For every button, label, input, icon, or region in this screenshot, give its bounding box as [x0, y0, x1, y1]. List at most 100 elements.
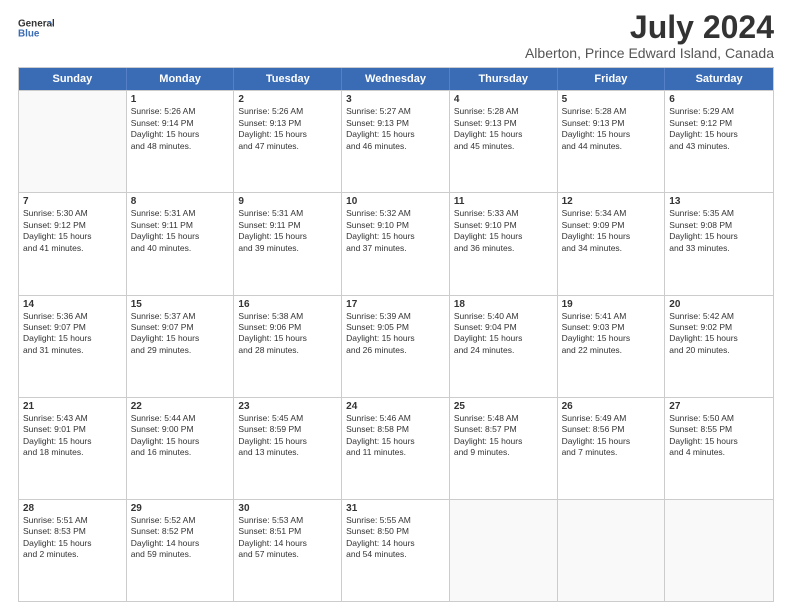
- cell-line: Daylight: 15 hours: [346, 333, 445, 344]
- cell-line: Sunset: 9:05 PM: [346, 322, 445, 333]
- cell-line: and 37 minutes.: [346, 243, 445, 254]
- cell-line: Daylight: 15 hours: [238, 129, 337, 140]
- calendar-cell-15: 15Sunrise: 5:37 AMSunset: 9:07 PMDayligh…: [127, 296, 235, 397]
- cell-line: Sunset: 9:13 PM: [454, 118, 553, 129]
- cell-line: Sunset: 9:10 PM: [346, 220, 445, 231]
- cell-line: Daylight: 15 hours: [669, 231, 769, 242]
- day-number: 8: [131, 196, 230, 207]
- day-number: 28: [23, 503, 122, 514]
- calendar-cell-31: 31Sunrise: 5:55 AMSunset: 8:50 PMDayligh…: [342, 500, 450, 601]
- cell-line: Daylight: 14 hours: [238, 538, 337, 549]
- cell-line: and 7 minutes.: [562, 447, 661, 458]
- day-number: 18: [454, 299, 553, 310]
- subtitle: Alberton, Prince Edward Island, Canada: [525, 45, 774, 61]
- calendar: SundayMondayTuesdayWednesdayThursdayFrid…: [18, 67, 774, 602]
- calendar-cell-20: 20Sunrise: 5:42 AMSunset: 9:02 PMDayligh…: [665, 296, 773, 397]
- cell-line: Daylight: 15 hours: [346, 436, 445, 447]
- day-number: 11: [454, 196, 553, 207]
- cell-line: Sunset: 9:00 PM: [131, 424, 230, 435]
- day-number: 12: [562, 196, 661, 207]
- calendar-cell-9: 9Sunrise: 5:31 AMSunset: 9:11 PMDaylight…: [234, 193, 342, 294]
- header-day-tuesday: Tuesday: [234, 68, 342, 90]
- calendar-cell-7: 7Sunrise: 5:30 AMSunset: 9:12 PMDaylight…: [19, 193, 127, 294]
- calendar-cell-6: 6Sunrise: 5:29 AMSunset: 9:12 PMDaylight…: [665, 91, 773, 192]
- cell-line: and 26 minutes.: [346, 345, 445, 356]
- cell-line: Sunrise: 5:33 AM: [454, 208, 553, 219]
- header-day-monday: Monday: [127, 68, 235, 90]
- calendar-cell-empty-4-5: [558, 500, 666, 601]
- cell-line: Sunset: 9:12 PM: [23, 220, 122, 231]
- cell-line: and 59 minutes.: [131, 549, 230, 560]
- cell-line: Sunset: 9:11 PM: [131, 220, 230, 231]
- logo-svg: General Blue: [18, 10, 54, 46]
- cell-line: Sunset: 8:57 PM: [454, 424, 553, 435]
- cell-line: Sunrise: 5:41 AM: [562, 311, 661, 322]
- cell-line: Sunset: 9:08 PM: [669, 220, 769, 231]
- cell-line: Sunrise: 5:26 AM: [131, 106, 230, 117]
- cell-line: and 20 minutes.: [669, 345, 769, 356]
- cell-line: and 11 minutes.: [346, 447, 445, 458]
- cell-line: Sunset: 9:09 PM: [562, 220, 661, 231]
- calendar-cell-28: 28Sunrise: 5:51 AMSunset: 8:53 PMDayligh…: [19, 500, 127, 601]
- cell-line: Sunrise: 5:55 AM: [346, 515, 445, 526]
- day-number: 20: [669, 299, 769, 310]
- svg-text:General: General: [18, 19, 54, 30]
- header-day-sunday: Sunday: [19, 68, 127, 90]
- calendar-cell-24: 24Sunrise: 5:46 AMSunset: 8:58 PMDayligh…: [342, 398, 450, 499]
- day-number: 26: [562, 401, 661, 412]
- cell-line: Sunrise: 5:52 AM: [131, 515, 230, 526]
- cell-line: Sunset: 9:10 PM: [454, 220, 553, 231]
- cell-line: and 36 minutes.: [454, 243, 553, 254]
- cell-line: and 2 minutes.: [23, 549, 122, 560]
- day-number: 29: [131, 503, 230, 514]
- day-number: 9: [238, 196, 337, 207]
- day-number: 22: [131, 401, 230, 412]
- cell-line: Daylight: 15 hours: [23, 538, 122, 549]
- title-block: July 2024 Alberton, Prince Edward Island…: [525, 10, 774, 61]
- cell-line: Sunset: 8:53 PM: [23, 526, 122, 537]
- calendar-cell-25: 25Sunrise: 5:48 AMSunset: 8:57 PMDayligh…: [450, 398, 558, 499]
- cell-line: Sunset: 9:11 PM: [238, 220, 337, 231]
- cell-line: Sunset: 9:07 PM: [23, 322, 122, 333]
- day-number: 24: [346, 401, 445, 412]
- cell-line: Sunrise: 5:27 AM: [346, 106, 445, 117]
- cell-line: Sunrise: 5:30 AM: [23, 208, 122, 219]
- cell-line: Sunrise: 5:37 AM: [131, 311, 230, 322]
- cell-line: and 29 minutes.: [131, 345, 230, 356]
- cell-line: Sunrise: 5:48 AM: [454, 413, 553, 424]
- cell-line: Sunrise: 5:28 AM: [562, 106, 661, 117]
- cell-line: Daylight: 15 hours: [454, 129, 553, 140]
- cell-line: Daylight: 14 hours: [346, 538, 445, 549]
- cell-line: Sunset: 9:01 PM: [23, 424, 122, 435]
- cell-line: Daylight: 15 hours: [131, 333, 230, 344]
- day-number: 6: [669, 94, 769, 105]
- day-number: 7: [23, 196, 122, 207]
- cell-line: and 18 minutes.: [23, 447, 122, 458]
- day-number: 14: [23, 299, 122, 310]
- cell-line: Sunset: 8:50 PM: [346, 526, 445, 537]
- day-number: 21: [23, 401, 122, 412]
- cell-line: and 28 minutes.: [238, 345, 337, 356]
- cell-line: Sunrise: 5:28 AM: [454, 106, 553, 117]
- cell-line: Daylight: 14 hours: [131, 538, 230, 549]
- cell-line: Daylight: 15 hours: [131, 129, 230, 140]
- calendar-cell-14: 14Sunrise: 5:36 AMSunset: 9:07 PMDayligh…: [19, 296, 127, 397]
- cell-line: Daylight: 15 hours: [23, 333, 122, 344]
- cell-line: Sunrise: 5:35 AM: [669, 208, 769, 219]
- cell-line: and 22 minutes.: [562, 345, 661, 356]
- calendar-cell-30: 30Sunrise: 5:53 AMSunset: 8:51 PMDayligh…: [234, 500, 342, 601]
- cell-line: Daylight: 15 hours: [346, 231, 445, 242]
- cell-line: Sunrise: 5:53 AM: [238, 515, 337, 526]
- calendar-row-3: 21Sunrise: 5:43 AMSunset: 9:01 PMDayligh…: [19, 397, 773, 499]
- cell-line: Daylight: 15 hours: [669, 129, 769, 140]
- cell-line: Sunrise: 5:31 AM: [131, 208, 230, 219]
- header-day-saturday: Saturday: [665, 68, 773, 90]
- cell-line: Daylight: 15 hours: [562, 333, 661, 344]
- cell-line: Sunset: 8:56 PM: [562, 424, 661, 435]
- calendar-row-4: 28Sunrise: 5:51 AMSunset: 8:53 PMDayligh…: [19, 499, 773, 601]
- cell-line: Sunset: 9:13 PM: [562, 118, 661, 129]
- cell-line: Sunset: 8:51 PM: [238, 526, 337, 537]
- cell-line: and 43 minutes.: [669, 141, 769, 152]
- cell-line: Sunset: 8:55 PM: [669, 424, 769, 435]
- calendar-cell-empty-0-0: [19, 91, 127, 192]
